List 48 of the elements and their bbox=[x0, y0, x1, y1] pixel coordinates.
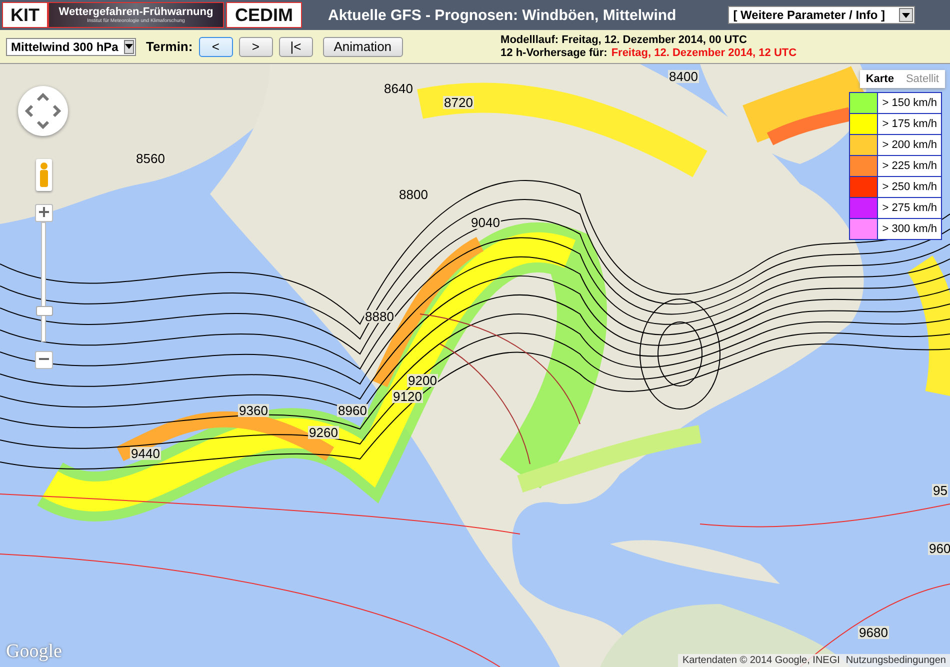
forecast-time: Freitag, 12. Dezember 2014, 12 UTC bbox=[611, 46, 797, 60]
google-logo: Google bbox=[6, 641, 62, 663]
legend-label: > 175 km/h bbox=[881, 117, 938, 132]
legend-label: > 150 km/h bbox=[881, 96, 938, 111]
animation-button[interactable]: Animation bbox=[322, 36, 403, 56]
banner-title: Wettergefahren-Frühwarnung bbox=[58, 6, 214, 18]
contour-label: 8800 bbox=[398, 188, 429, 201]
zoom-out-button[interactable] bbox=[35, 351, 53, 369]
level-select[interactable]: Mittelwind 300 hPa bbox=[6, 38, 136, 56]
contour-label: 9120 bbox=[392, 390, 423, 403]
cedim-logo: CEDIM bbox=[226, 2, 302, 28]
step-button[interactable]: |< bbox=[278, 36, 313, 56]
parameter-select[interactable]: [ Weitere Parameter / Info ] bbox=[728, 6, 916, 24]
zoom-slider-thumb[interactable] bbox=[36, 306, 53, 316]
kit-logo: KIT bbox=[2, 2, 48, 28]
page-title: Aktuelle GFS - Prognosen: Windböen, Mittelwind bbox=[328, 6, 676, 24]
legend-label: > 200 km/h bbox=[881, 138, 938, 153]
map-type-tab[interactable]: Karte bbox=[860, 70, 900, 88]
contour-label: 95 bbox=[932, 484, 948, 497]
legend-label: > 225 km/h bbox=[881, 159, 938, 174]
contour-label: 9360 bbox=[238, 404, 269, 417]
contour-label: 8720 bbox=[443, 96, 474, 109]
zoom-in-button[interactable] bbox=[35, 204, 53, 222]
legend-label: > 300 km/h bbox=[881, 222, 938, 237]
contour-label: 8560 bbox=[135, 152, 166, 165]
contour-label: 960 bbox=[928, 542, 950, 555]
caret-icon bbox=[124, 40, 134, 54]
step-button[interactable]: > bbox=[238, 36, 273, 56]
model-run-text: Modelllauf: Freitag, 12. Dezember 2014, 00 UTC bbox=[500, 34, 748, 46]
contour-label: 9680 bbox=[858, 626, 889, 639]
contour-label: 8400 bbox=[668, 70, 699, 83]
legend-label: > 250 km/h bbox=[881, 180, 938, 195]
contour-label: 9260 bbox=[308, 426, 339, 439]
forecast-label: 12 h-Vorhersage für: bbox=[500, 46, 608, 60]
contour-label: 8880 bbox=[364, 310, 395, 323]
caret-icon bbox=[899, 8, 914, 22]
contour-label: 9440 bbox=[130, 447, 161, 460]
plus-icon bbox=[39, 207, 49, 217]
contour-label: 8640 bbox=[383, 82, 414, 95]
legend-label: > 275 km/h bbox=[881, 201, 938, 216]
contour-label: 9040 bbox=[470, 216, 501, 229]
contour-label: 9200 bbox=[407, 374, 438, 387]
step-button[interactable]: < bbox=[198, 36, 233, 56]
contour-label: 8960 bbox=[337, 404, 368, 417]
attribution-text: Kartendaten © 2014 Google, INEGI bbox=[682, 655, 840, 666]
termin-label: Termin: bbox=[146, 39, 193, 54]
terms-link[interactable]: Nutzungsbedingungen bbox=[846, 655, 946, 666]
map-type-tab[interactable]: Satellit bbox=[900, 70, 945, 88]
